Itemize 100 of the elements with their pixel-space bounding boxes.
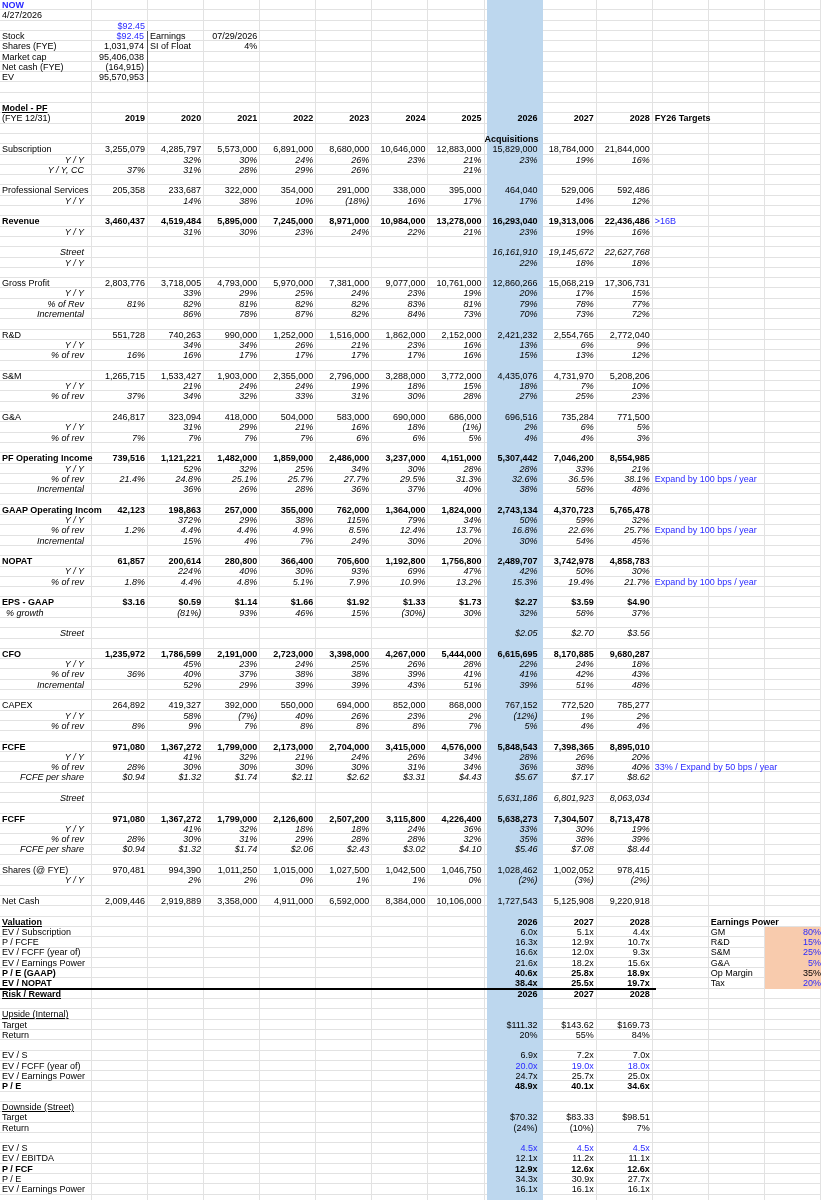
year-header: 2028: [629, 916, 651, 927]
number-value: 1,252,000: [273, 329, 315, 340]
row-label: G&A: [1, 412, 21, 422]
row-label: EV / FCFF (year of): [1, 947, 81, 958]
number-value: $1.33: [402, 597, 427, 608]
row-label: Y / Y: [64, 422, 86, 433]
number-value: 355,000: [280, 504, 315, 515]
year-header: 2024: [405, 113, 427, 124]
number-value: 40%: [463, 484, 483, 495]
number-value: 12.0x: [571, 947, 595, 958]
number-value: 8,895,010: [609, 741, 651, 752]
number-value: 79%: [519, 298, 539, 309]
row-label: Y / Y, CC: [47, 164, 85, 175]
number-value: 5,970,000: [273, 278, 315, 289]
number-value: 8,063,034: [609, 793, 651, 803]
number-value: 19%: [575, 226, 595, 237]
number-value: $8.62: [627, 772, 651, 783]
row-label: GM: [709, 926, 726, 937]
row-label: Revenue: [1, 216, 40, 227]
number-value: 82%: [183, 298, 203, 309]
number-value: 26%: [407, 659, 427, 670]
number-value: (3%): [574, 875, 595, 886]
number-value: (7%): [238, 710, 259, 721]
number-value: 994,390: [168, 865, 203, 876]
number-value: 1,482,000: [217, 453, 259, 464]
number-value: 42%: [575, 669, 595, 680]
number-value: 18.0x: [627, 1060, 651, 1071]
row-label: Net Cash: [1, 895, 40, 906]
number-value: 40%: [239, 566, 259, 577]
number-value: 29%: [239, 679, 259, 690]
number-value: 28%: [239, 164, 259, 175]
year-header: 2028: [629, 988, 651, 999]
number-value: 32%: [463, 834, 483, 845]
year-header: 2020: [181, 113, 203, 124]
number-value: 1,011,250: [217, 865, 259, 876]
number-value: 72%: [631, 309, 651, 320]
number-value: 45%: [631, 535, 651, 546]
number-value: 2,009,446: [105, 895, 147, 906]
number-value: 38%: [575, 762, 595, 773]
row-label: Return: [1, 1122, 29, 1133]
number-value: 10,761,000: [436, 278, 483, 289]
number-value: $169.73: [617, 1019, 651, 1030]
year-header: 2027: [573, 113, 595, 124]
number-value: 9%: [636, 339, 651, 350]
number-value: 58%: [575, 607, 595, 618]
number-value: 5,208,206: [609, 370, 651, 381]
number-value: 0%: [468, 875, 483, 886]
number-value: 50%: [575, 566, 595, 577]
row-label: % of rev: [51, 720, 86, 731]
number-value: 772,520: [561, 700, 595, 711]
number-value: 78%: [575, 298, 595, 309]
number-value: 1,786,599: [161, 648, 203, 659]
row-label: P / FCFE: [1, 937, 39, 948]
row-label: Y / Y: [64, 875, 86, 886]
number-value: 5%: [636, 422, 651, 433]
row-label: EV / S: [1, 1143, 28, 1154]
number-value: (12%): [513, 710, 539, 721]
number-value: 2%: [524, 422, 539, 433]
number-value: 8%: [412, 720, 427, 731]
number-value: 694,000: [336, 700, 371, 711]
number-value: 12,860,266: [492, 278, 539, 289]
number-value: 7%: [580, 381, 595, 392]
number-value: 15.6x: [627, 957, 651, 968]
number-value: 696,516: [505, 412, 539, 422]
number-value: $2.05: [515, 628, 539, 639]
number-value: 1,015,000: [273, 865, 315, 876]
row-label: Y / Y: [64, 659, 86, 670]
number-value: 12.6x: [627, 1163, 651, 1174]
number-value: 24%: [407, 823, 427, 834]
number-value: 868,000: [449, 700, 483, 711]
number-value: 1,027,500: [329, 865, 371, 876]
number-value: 1,824,000: [441, 504, 483, 515]
number-value: 2,796,000: [329, 370, 371, 381]
input-value: 25%: [764, 947, 821, 958]
number-value: 22%: [519, 659, 539, 670]
number-value: 32%: [239, 823, 259, 834]
number-value: 70%: [519, 309, 539, 320]
input-value: 80%: [764, 926, 821, 937]
number-value: 10.7x: [627, 937, 651, 948]
number-value: 24.8%: [175, 473, 203, 484]
number-value: 4,731,970: [553, 370, 595, 381]
number-value: 852,000: [392, 700, 427, 711]
number-value: 84%: [631, 1029, 651, 1040]
number-value: 15.3%: [512, 576, 539, 587]
number-value: 32%: [239, 463, 259, 474]
number-value: $0.59: [178, 597, 203, 608]
number-value: 40%: [295, 710, 315, 721]
number-value: 1,028,462: [497, 865, 539, 876]
number-value: 4.4x: [632, 926, 651, 937]
number-value: 40.1x: [571, 1081, 595, 1092]
number-value: 4,151,000: [441, 453, 483, 464]
number-value: 58%: [183, 710, 203, 721]
number-value: 392,000: [224, 700, 259, 711]
number-value: 48.9x: [515, 1081, 539, 1092]
number-value: 31%: [407, 762, 427, 773]
number-value: 10%: [631, 381, 651, 392]
number-value: $70.32: [510, 1112, 539, 1123]
number-value: 12%: [631, 195, 651, 206]
number-value: 32%: [239, 391, 259, 402]
number-value: 30%: [575, 823, 595, 834]
